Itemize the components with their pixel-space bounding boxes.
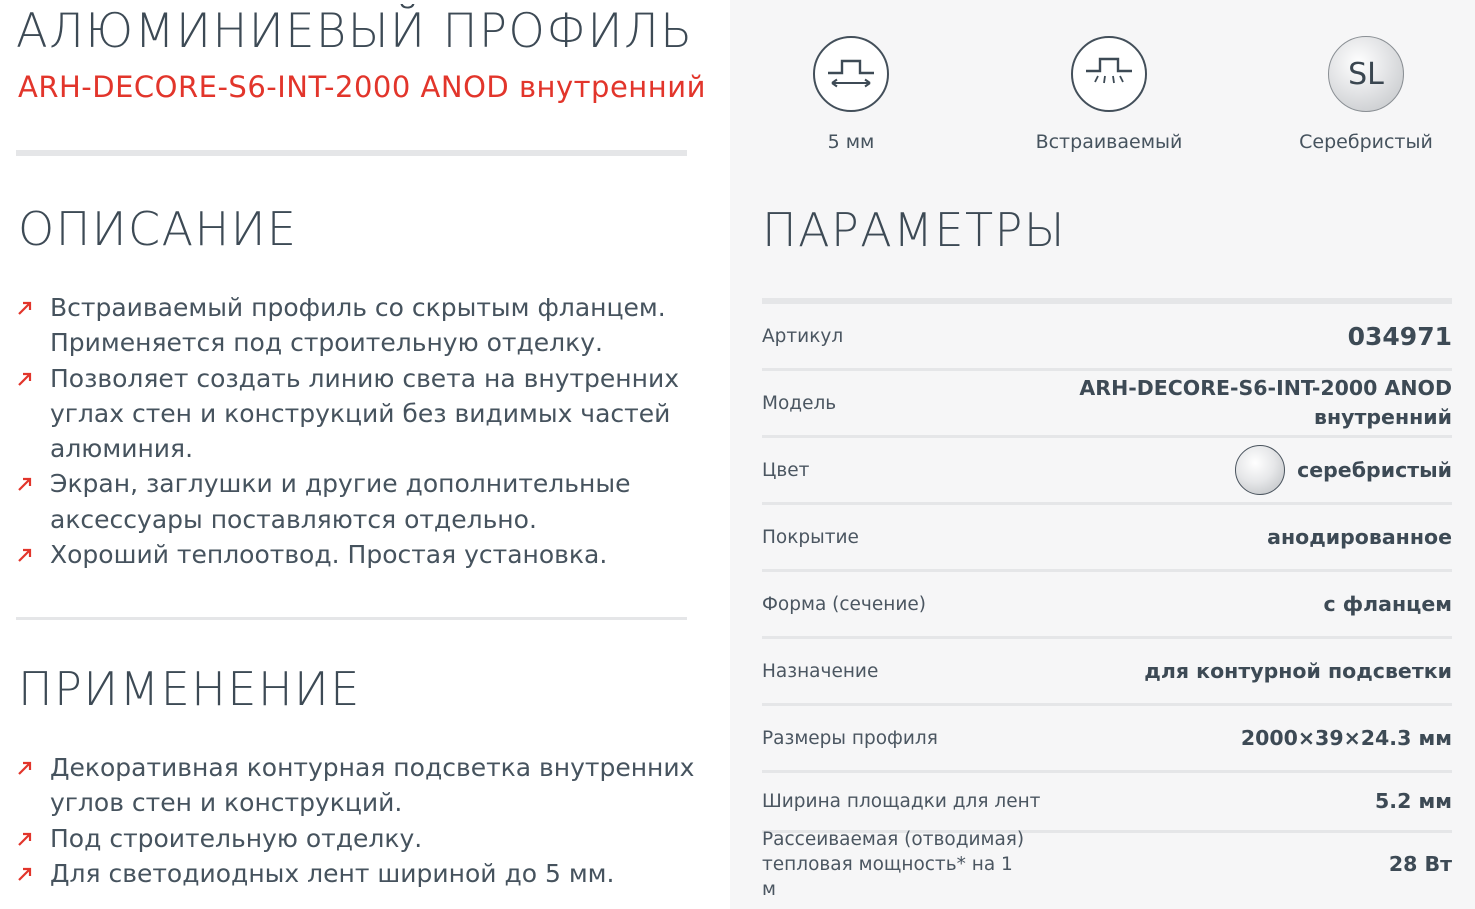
list-item: Экран, заглушки и другие дополнительные … (18, 466, 698, 537)
param-key: Форма (сечение) (762, 593, 926, 615)
list-item-text: Для светодиодных лент шириной до 5 мм. (50, 858, 615, 888)
table-row: Артикул 034971 (762, 304, 1452, 371)
table-row: Форма (сечение) с фланцем (762, 572, 1452, 639)
list-item: Декоративная контурная подсветка внутрен… (18, 750, 698, 821)
silver-color-icon: SL (1328, 36, 1404, 112)
red-arrow-icon (18, 477, 32, 492)
list-item-text: Под строительную отделку. (50, 823, 423, 853)
table-row: Модель ARH-DECORE-S6-INT-2000 ANOD внутр… (762, 371, 1452, 438)
list-item-text: Встраиваемый профиль со скрытым фланцем.… (50, 293, 666, 358)
description-list: Встраиваемый профиль со скрытым фланцем.… (18, 290, 698, 572)
list-item: Хороший теплоотвод. Простая установка. (18, 537, 698, 572)
param-key: Размеры профиля (762, 727, 938, 749)
param-value: 2000×39×24.3 мм (1240, 725, 1452, 750)
red-arrow-icon (18, 761, 32, 775)
param-value: для контурной подсветки (1144, 658, 1452, 683)
param-value: 28 Вт (1388, 852, 1452, 876)
list-item-text: Декоративная контурная подсветка внутрен… (50, 753, 695, 818)
list-item-text: Хороший теплоотвод. Простая установка. (50, 540, 608, 570)
list-item-text: Позволяет создать линию света на внутрен… (50, 363, 680, 464)
silver-swatch-icon (1235, 445, 1286, 495)
red-arrow-icon (18, 867, 32, 881)
table-row: Назначение для контурной подсветки (762, 639, 1452, 706)
param-key: Артикул (762, 325, 844, 347)
parameters-heading: ПАРАМЕТРЫ (762, 203, 1066, 257)
application-list: Декоративная контурная подсветка внутрен… (18, 750, 698, 891)
param-key: Покрытие (762, 526, 859, 548)
badge-label: Серебристый (1299, 131, 1433, 153)
description-column: АЛЮМИНИЕВЫЙ ПРОФИЛЬ ARH-DECORE-S6-INT-20… (0, 0, 730, 909)
tape-width-icon (813, 36, 889, 112)
product-model-subtitle: ARH-DECORE-S6-INT-2000 ANOD внутренний (18, 70, 706, 104)
list-item: Встраиваемый профиль со скрытым фланцем.… (18, 290, 698, 361)
divider (16, 617, 687, 620)
param-key: Рассеиваемая (отводимая) тепловая мощнос… (762, 829, 1025, 900)
param-key: Цвет (762, 459, 810, 481)
param-value: 5.2 мм (1375, 789, 1452, 813)
table-row: Размеры профиля 2000×39×24.3 мм (762, 706, 1452, 773)
red-arrow-icon (18, 548, 32, 562)
badge-label: Встраиваемый (1035, 131, 1183, 153)
param-value: анодированное (1267, 524, 1452, 549)
divider (16, 150, 687, 156)
param-value: ARH-DECORE-S6-INT-2000 ANOD внутренний (1079, 376, 1452, 429)
list-item: Для светодиодных лент шириной до 5 мм. (18, 856, 698, 891)
color-value: серебристый (1297, 457, 1452, 482)
param-key: Модель (762, 392, 837, 414)
table-row: Рассеиваемая (отводимая) тепловая мощнос… (762, 829, 1452, 900)
red-arrow-icon (18, 832, 32, 846)
param-value: серебристый (1235, 445, 1452, 495)
badge-color: SL Серебристый (1266, 36, 1466, 153)
param-value: с фланцем (1323, 591, 1453, 616)
description-heading: ОПИСАНИЕ (18, 202, 298, 256)
application-heading: ПРИМЕНЕНИЕ (18, 662, 361, 716)
red-arrow-icon (18, 301, 32, 315)
built-in-icon (1071, 36, 1147, 112)
badge-built-in: Встраиваемый (1009, 36, 1209, 153)
parameters-table: Артикул 034971 Модель ARH-DECORE-S6-INT-… (762, 304, 1452, 900)
list-item: Позволяет создать линию света на внутрен… (18, 361, 698, 467)
badge-tape-width: 5 мм (751, 36, 951, 153)
parameters-column: 5 мм Встраиваемый SL Серебристый ПАРАМЕТ… (730, 0, 1475, 909)
list-item: Под строительную отделку. (18, 821, 698, 856)
param-key: Ширина площадки для лент (762, 791, 1041, 812)
table-row: Цвет серебристый (762, 438, 1452, 505)
table-row: Покрытие анодированное (762, 505, 1452, 572)
param-key: Назначение (762, 660, 879, 682)
table-row: Ширина площадки для лент 5.2 мм (762, 773, 1452, 833)
badge-label: 5 мм (827, 131, 875, 153)
red-arrow-icon (18, 372, 32, 386)
param-value: 034971 (1347, 321, 1452, 351)
product-title: АЛЮМИНИЕВЫЙ ПРОФИЛЬ (16, 4, 694, 59)
list-item-text: Экран, заглушки и другие дополнительные … (50, 469, 631, 534)
